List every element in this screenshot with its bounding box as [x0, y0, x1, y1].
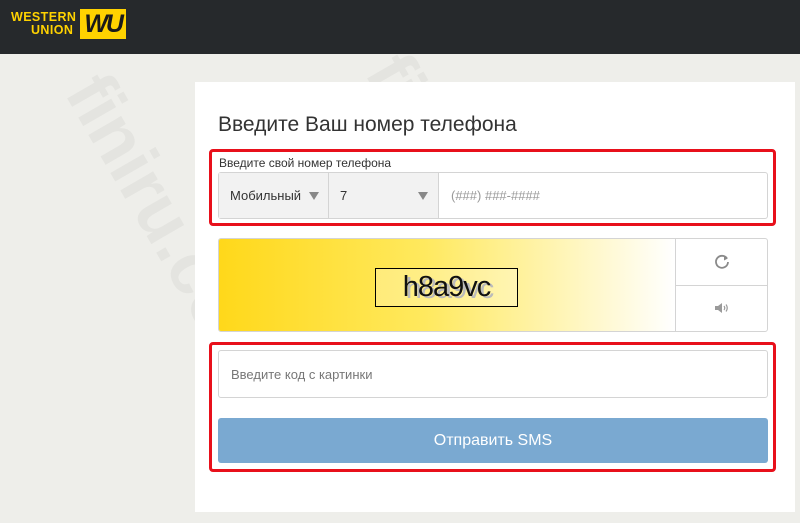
phone-form-card: Введите Ваш номер телефона Введите свой … — [195, 82, 795, 512]
country-code-select[interactable]: 7 — [329, 173, 439, 218]
caret-down-icon — [309, 191, 320, 200]
top-bar: WESTERN UNION WU — [0, 0, 800, 54]
captcha-refresh-button[interactable] — [676, 239, 767, 285]
captcha-image: h8a9vc — [219, 239, 676, 331]
page-title: Введите Ваш номер телефона — [218, 113, 517, 136]
logo-line-union: UNION — [31, 23, 74, 37]
caret-down-icon — [418, 191, 428, 200]
captcha-code-input[interactable] — [218, 350, 768, 398]
captcha-controls — [676, 239, 767, 331]
phone-number-input[interactable] — [439, 173, 767, 218]
logo-wu-mark: WU — [80, 9, 126, 39]
send-sms-button[interactable]: Отправить SMS — [218, 418, 768, 463]
speaker-icon — [714, 303, 728, 314]
phone-label: Введите свой номер телефона — [219, 156, 392, 170]
captcha-audio-button[interactable] — [676, 284, 767, 332]
phone-input-group: Мобильный 7 — [218, 172, 768, 219]
captcha-box: h8a9vc — [218, 238, 768, 332]
refresh-icon — [714, 254, 729, 269]
logo-wordmark: WESTERN UNION — [11, 11, 76, 37]
phone-type-value: Мобильный — [230, 188, 302, 203]
western-union-logo[interactable]: WESTERN UNION WU — [11, 7, 126, 41]
phone-type-select[interactable]: Мобильный — [219, 173, 329, 218]
country-code-value: 7 — [340, 188, 348, 203]
captcha-text: h8a9vc — [375, 268, 518, 307]
